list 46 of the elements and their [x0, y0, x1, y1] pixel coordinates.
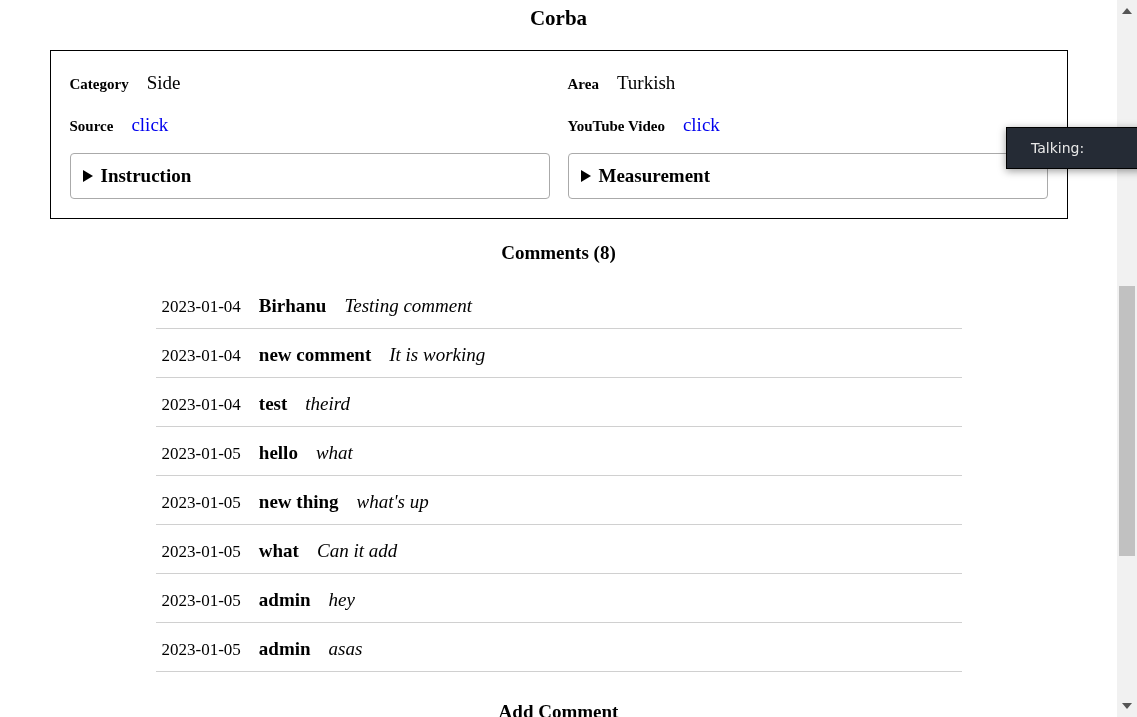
scroll-up-icon[interactable]	[1122, 8, 1132, 14]
field-label: Category	[69, 75, 129, 94]
comment-text: asas	[328, 636, 363, 661]
comment-author: hello	[258, 440, 298, 465]
comment-author: new comment	[258, 342, 372, 367]
comment-author: admin	[258, 636, 311, 661]
comment-date: 2023-01-05	[161, 589, 241, 612]
collapsible-section[interactable]: Instruction	[69, 153, 550, 199]
comment-text: Testing comment	[344, 293, 472, 318]
field-value: Turkish	[616, 71, 676, 95]
tooltip: Talking:	[1006, 127, 1137, 169]
comment-author: what	[258, 538, 299, 563]
comment-text: It is working	[389, 342, 486, 367]
comment-author: Birhanu	[258, 293, 327, 318]
comment-author: test	[258, 391, 288, 416]
caret-right-icon	[579, 170, 592, 182]
comment-text: what's up	[356, 489, 429, 514]
scroll-down-icon[interactable]	[1122, 703, 1132, 709]
comment-date: 2023-01-04	[161, 393, 241, 416]
scrollbar-thumb[interactable]	[1119, 286, 1135, 556]
recipe-title: Corba	[529, 5, 588, 32]
link[interactable]: click	[131, 111, 169, 140]
comment-date: 2023-01-05	[161, 638, 241, 661]
field-value: Side	[146, 71, 181, 95]
comment-text: hey	[328, 587, 355, 612]
field-label: Area	[567, 75, 599, 94]
comment-text: Can it add	[316, 538, 398, 563]
add-comment-heading: Add Comment	[498, 699, 619, 717]
comment-author: new thing	[258, 489, 339, 514]
comment-date: 2023-01-04	[161, 344, 241, 367]
link[interactable]: click	[682, 111, 720, 140]
comment-date: 2023-01-05	[161, 540, 241, 563]
comment-author: admin	[258, 587, 311, 612]
comments-heading: Comments (8)	[501, 241, 616, 265]
section-title: Measurement	[598, 163, 710, 188]
section-title: Instruction	[100, 163, 192, 188]
comment-date: 2023-01-05	[161, 442, 241, 465]
field-label: Source	[69, 117, 114, 136]
comment-date: 2023-01-04	[161, 295, 241, 318]
scrollbar[interactable]	[1117, 0, 1137, 717]
comment-date: 2023-01-05	[161, 491, 241, 514]
comment-text: what	[315, 440, 353, 465]
caret-right-icon	[81, 170, 94, 182]
comment-text: theird	[305, 391, 350, 416]
field-label: YouTube Video	[567, 117, 665, 136]
collapsible-section[interactable]: Measurement	[567, 153, 1048, 199]
